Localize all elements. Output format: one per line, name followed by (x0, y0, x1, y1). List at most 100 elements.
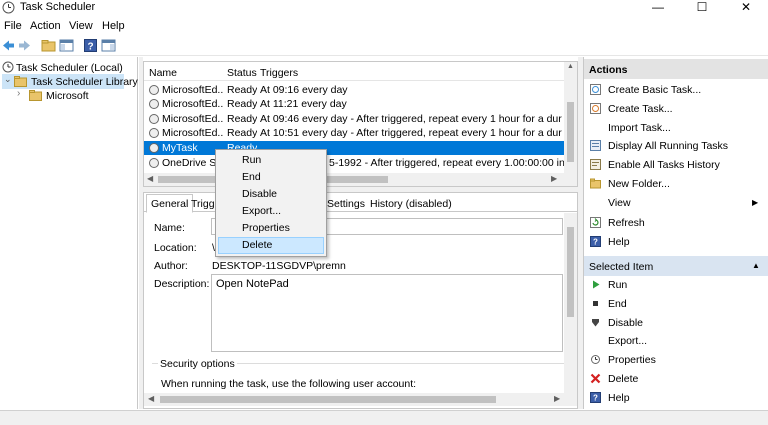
scroll-left-icon[interactable]: ◀ (147, 174, 153, 183)
selected-item-header[interactable]: Selected Item ▲ (584, 256, 768, 276)
table-row[interactable]: MicrosoftEd... Ready At 11:21 every day (144, 97, 564, 111)
action-disable[interactable]: Disable (584, 313, 768, 332)
author-label: Author: (154, 260, 188, 272)
help-icon: ? (590, 392, 601, 403)
action-refresh[interactable]: Refresh (584, 213, 768, 232)
action-help[interactable]: ? Help (584, 232, 768, 251)
action-create-task[interactable]: Create Task... (584, 99, 768, 118)
details-vertical-scrollbar[interactable] (564, 213, 577, 393)
context-menu-label: Export... (242, 205, 282, 217)
column-header-triggers[interactable]: Triggers (260, 67, 298, 79)
task-trigger: At 09:16 every day (260, 84, 348, 96)
back-icon[interactable] (1, 38, 16, 53)
action-label: Properties (608, 353, 656, 366)
up-folder-icon[interactable] (41, 38, 56, 53)
action-delete[interactable]: Delete (584, 369, 768, 388)
action-create-basic-task[interactable]: Create Basic Task... (584, 80, 768, 99)
table-row[interactable]: MicrosoftEd... Ready At 10:51 every day … (144, 126, 564, 140)
context-menu-end[interactable]: End (218, 169, 324, 186)
action-run[interactable]: Run (584, 275, 768, 294)
chevron-down-icon[interactable]: ⌄ (4, 74, 12, 85)
menu-bar: File Action View Help (0, 18, 768, 34)
context-menu-label: End (242, 171, 261, 183)
tree-item-library[interactable]: ⌄ Task Scheduler Library (2, 74, 138, 89)
action-label: View (608, 196, 631, 209)
task-list-horizontal-scrollbar[interactable]: ◀ ▶ (144, 173, 564, 186)
context-menu-properties[interactable]: Properties (218, 220, 324, 237)
minimize-button[interactable]: — (636, 0, 680, 14)
action-end[interactable]: End (584, 294, 768, 313)
tab-settings[interactable]: Settings (322, 196, 370, 212)
window-title: Task Scheduler (20, 1, 96, 13)
action-enable-tasks-history[interactable]: Enable All Tasks History (584, 155, 768, 174)
tree-item-root[interactable]: Task Scheduler (Local) (0, 60, 136, 75)
scroll-thumb[interactable] (160, 396, 496, 403)
action-label: Display All Running Tasks (608, 139, 729, 152)
context-menu-delete[interactable]: Delete (218, 237, 324, 254)
close-button[interactable]: ✕ (724, 0, 768, 14)
scroll-right-icon[interactable]: ▶ (551, 174, 557, 183)
author-value: DESKTOP-11SGDVP\premn (212, 260, 346, 272)
tab-history[interactable]: History (disabled) (365, 196, 457, 212)
scroll-right-icon[interactable]: ▶ (554, 394, 560, 403)
forward-icon[interactable] (17, 38, 32, 53)
menu-help[interactable]: Help (102, 20, 125, 32)
help-icon[interactable]: ? (83, 38, 98, 53)
task-list-header: Name Status Triggers (144, 62, 577, 81)
context-menu-disable[interactable]: Disable (218, 186, 324, 203)
action-display-running-tasks[interactable]: Display All Running Tasks (584, 136, 768, 155)
create-task-icon (590, 103, 601, 114)
folder-icon (29, 90, 42, 101)
scroll-thumb[interactable] (567, 102, 574, 162)
security-options-label: Security options (158, 358, 237, 370)
menu-action[interactable]: Action (30, 20, 61, 32)
menu-view[interactable]: View (69, 20, 93, 32)
scroll-thumb[interactable] (567, 227, 574, 317)
show-hide-action-pane-icon[interactable] (101, 38, 116, 53)
context-menu-label: Delete (242, 239, 273, 251)
action-import-task[interactable]: Import Task... (584, 118, 768, 137)
table-row[interactable]: OneDrive St... 5-1992 - After triggered,… (144, 156, 565, 170)
description-field[interactable]: Open NotePad (211, 274, 563, 352)
task-trigger: 5-1992 - After triggered, repeat every 1… (329, 157, 565, 169)
context-menu-label: Run (242, 154, 262, 166)
column-header-name[interactable]: Name (149, 67, 177, 79)
action-properties[interactable]: Properties (584, 350, 768, 369)
action-label: Enable All Tasks History (608, 158, 720, 171)
show-hide-console-tree-icon[interactable] (59, 38, 74, 53)
action-help-selected[interactable]: ? Help (584, 388, 768, 407)
action-view[interactable]: View ▶ (584, 193, 768, 212)
chevron-right-icon[interactable]: › (17, 88, 20, 99)
context-menu-run[interactable]: Run (218, 152, 324, 169)
action-new-folder[interactable]: New Folder... (584, 174, 768, 193)
task-clock-icon (149, 114, 159, 124)
collapse-up-icon[interactable]: ▲ (752, 261, 760, 270)
svg-text:?: ? (593, 238, 598, 247)
task-name: MicrosoftEd... (162, 98, 224, 110)
context-menu-label: Properties (242, 222, 290, 234)
task-name: MicrosoftEd... (162, 84, 224, 96)
security-account-text: When running the task, use the following… (161, 378, 417, 390)
action-export[interactable]: Export... (584, 331, 768, 350)
scroll-left-icon[interactable]: ◀ (148, 394, 154, 403)
disable-icon (592, 319, 599, 327)
scroll-up-icon[interactable]: ▲ (567, 63, 574, 70)
description-label: Description: (154, 278, 210, 290)
maximize-button[interactable]: ☐ (680, 0, 724, 14)
tree-item-label: Microsoft (46, 89, 89, 102)
details-horizontal-scrollbar[interactable]: ◀ ▶ (144, 393, 577, 406)
tree-item-label: Task Scheduler Library (31, 75, 138, 88)
tree-item-microsoft[interactable]: › Microsoft (0, 88, 136, 103)
action-label: Delete (608, 372, 639, 385)
table-row[interactable]: MicrosoftEd... Ready At 09:46 every day … (144, 112, 564, 126)
details-tabs: General Trigge Settings History (disable… (144, 193, 577, 213)
menu-file[interactable]: File (4, 20, 22, 32)
table-row[interactable]: MicrosoftEd... Ready At 09:16 every day (144, 83, 564, 97)
action-label: New Folder... (608, 177, 670, 190)
table-row-selected[interactable]: MyTask Ready (144, 141, 564, 155)
delete-icon (590, 373, 601, 384)
context-menu-export[interactable]: Export... (218, 203, 324, 220)
column-header-status[interactable]: Status (227, 67, 257, 79)
task-list-vertical-scrollbar[interactable]: ▲ (564, 62, 577, 186)
folder-icon (14, 76, 27, 87)
